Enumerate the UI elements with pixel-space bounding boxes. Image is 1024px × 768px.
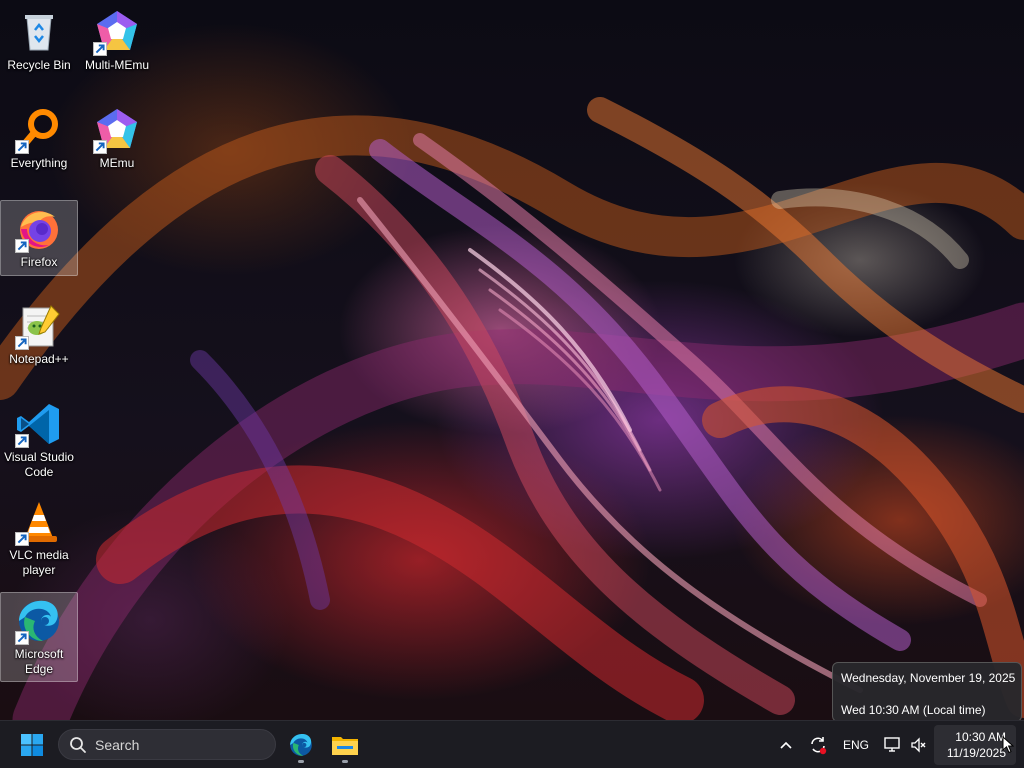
desktop-icon-notepad-plus-plus[interactable]: Notepad++ — [0, 298, 78, 374]
taskbar-file-explorer-button[interactable] — [328, 725, 362, 765]
shortcut-arrow-icon — [15, 336, 29, 350]
network-button[interactable] — [882, 729, 904, 761]
edge-icon — [15, 597, 63, 645]
recycle-bin-icon — [15, 8, 63, 56]
desktop-icon-label: Multi-MEmu — [84, 58, 149, 72]
desktop-icon-everything[interactable]: Everything — [0, 102, 78, 178]
desktop-icon-label: Firefox — [20, 255, 58, 269]
clock-tooltip: Wednesday, November 19, 2025 Wed 10:30 A… — [832, 662, 1022, 722]
desktop-icon-label: Everything — [10, 156, 68, 170]
search-placeholder: Search — [95, 736, 140, 753]
desktop-icon-vscode[interactable]: Visual Studio Code — [0, 396, 78, 486]
sync-tray-button[interactable] — [806, 729, 830, 761]
everything-search-icon — [15, 106, 63, 154]
shortcut-arrow-icon — [15, 631, 29, 645]
taskbar-search-box[interactable]: Search — [58, 729, 276, 760]
desktop-icon-label: Notepad++ — [9, 352, 69, 366]
desktop-icon-label: Recycle Bin — [7, 58, 71, 72]
firefox-icon — [15, 205, 63, 253]
folder-icon — [332, 737, 358, 755]
vscode-icon — [15, 400, 63, 448]
windows-start-icon — [21, 734, 43, 756]
multi-memu-icon — [93, 8, 141, 56]
taskbar-edge-button[interactable] — [284, 725, 318, 765]
mouse-cursor-icon — [1002, 736, 1014, 754]
desktop-icon-microsoft-edge[interactable]: Microsoft Edge — [0, 592, 78, 682]
desktop-icon-vlc[interactable]: VLC media player — [0, 494, 78, 584]
clock-time: 10:30 AM — [955, 730, 1006, 744]
desktop-icon-recycle-bin[interactable]: Recycle Bin — [0, 4, 78, 80]
running-indicator — [342, 760, 348, 763]
start-button[interactable] — [14, 729, 50, 761]
vlc-icon — [15, 498, 63, 546]
desktop[interactable]: Recycle Bin Multi-MEmu Everything MEmu F… — [0, 0, 1024, 720]
language-indicator[interactable]: ENG — [838, 729, 874, 761]
tooltip-time: Wed 10:30 AM (Local time) — [841, 703, 986, 717]
desktop-icon-firefox[interactable]: Firefox — [0, 200, 78, 276]
shortcut-arrow-icon — [93, 140, 107, 154]
search-icon — [70, 736, 86, 753]
volume-button[interactable] — [908, 729, 930, 761]
shortcut-arrow-icon — [93, 42, 107, 56]
shortcut-arrow-icon — [15, 532, 29, 546]
chevron-up-icon — [780, 741, 792, 749]
edge-icon — [290, 734, 312, 756]
desktop-icon-memu[interactable]: MEmu — [78, 102, 156, 178]
desktop-icon-label: VLC media player — [9, 548, 69, 577]
network-icon — [884, 737, 900, 752]
clock-date: 11/19/2025 — [946, 746, 1006, 760]
desktop-icon-label: Visual Studio Code — [4, 450, 74, 479]
taskbar: Search ENG 10:30 AM 11/19/2025 — [0, 720, 1024, 768]
memu-icon — [93, 106, 141, 154]
volume-muted-icon — [911, 737, 926, 753]
desktop-icon-label: MEmu — [99, 156, 135, 170]
shortcut-arrow-icon — [15, 434, 29, 448]
tooltip-date: Wednesday, November 19, 2025 — [841, 671, 1016, 685]
shortcut-arrow-icon — [15, 140, 29, 154]
show-hidden-icons-button[interactable] — [776, 729, 796, 761]
running-indicator — [298, 760, 304, 763]
sync-alert-icon — [811, 737, 827, 755]
shortcut-arrow-icon — [15, 239, 29, 253]
desktop-icon-multi-memu[interactable]: Multi-MEmu — [78, 4, 156, 80]
notepad-plus-plus-icon — [15, 302, 63, 350]
desktop-icon-label: Microsoft Edge — [14, 647, 64, 676]
